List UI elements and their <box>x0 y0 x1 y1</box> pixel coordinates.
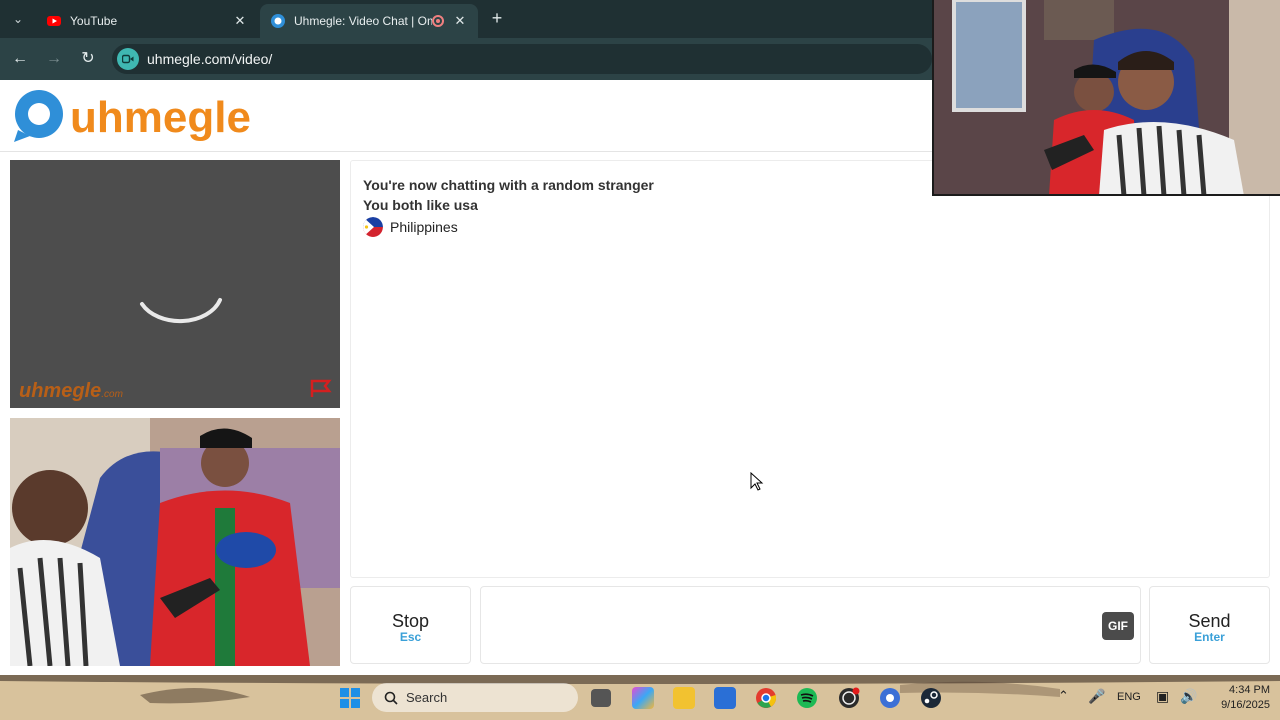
back-arrow-icon[interactable]: ← <box>8 47 32 71</box>
volume-icon[interactable]: 🔊 <box>1180 688 1197 705</box>
tab-uhmegle[interactable]: Uhmegle: Video Chat | Omegle ✕ <box>260 4 478 38</box>
clock-time[interactable]: 4:34 PM <box>1214 684 1270 696</box>
stranger-country: Philippines <box>363 217 1257 237</box>
tab-title: YouTube <box>70 14 118 28</box>
stop-label: Stop <box>391 611 430 631</box>
obs-icon[interactable] <box>838 687 860 709</box>
copilot-icon[interactable] <box>632 687 654 709</box>
search-label: Search <box>406 690 448 705</box>
chat-log: You're now chatting with a random strang… <box>350 160 1270 578</box>
browser-icon[interactable] <box>879 687 901 709</box>
network-icon[interactable]: ▣ <box>1156 688 1169 705</box>
address-bar[interactable]: uhmegle.com/video/ <box>112 44 932 74</box>
youtube-icon <box>47 16 61 26</box>
file-explorer-icon[interactable] <box>673 687 695 709</box>
uhmegle-favicon-icon <box>271 14 285 28</box>
close-tab-icon[interactable]: ✕ <box>232 13 248 29</box>
tab-list-chevron-icon[interactable]: ⌄ <box>6 8 30 30</box>
task-view-icon[interactable] <box>591 689 611 707</box>
loading-spinner-icon <box>140 298 222 324</box>
windows-taskbar: Search ⌃ 🎤 ENG ▣ 🔊 4:34 PM 9/16/2025 <box>0 675 1280 720</box>
show-hidden-icons-chevron-icon[interactable]: ⌃ <box>1058 688 1069 704</box>
streamer-webcam-image <box>934 0 1280 194</box>
close-tab-icon[interactable]: ✕ <box>452 13 468 29</box>
search-icon <box>384 691 398 705</box>
microsoft-store-icon[interactable] <box>714 687 736 709</box>
clock-date[interactable]: 9/16/2025 <box>1206 699 1270 711</box>
windows-start-icon[interactable] <box>339 687 361 709</box>
philippines-flag-icon <box>363 217 383 237</box>
send-button[interactable]: Send Enter <box>1149 586 1270 664</box>
send-shortcut-hint: Enter <box>1194 630 1225 644</box>
steam-icon[interactable] <box>920 687 942 709</box>
stranger-video: uhmegle.com <box>10 160 340 408</box>
tab-youtube[interactable]: YouTube ✕ <box>36 4 258 38</box>
stop-shortcut-hint: Esc <box>399 630 422 644</box>
gif-button[interactable]: GIF <box>1102 612 1134 640</box>
uhmegle-watermark: uhmegle.com <box>19 380 123 402</box>
mouse-cursor-icon <box>750 472 764 491</box>
streamer-webcam-overlay <box>932 0 1280 196</box>
forward-arrow-icon[interactable]: → <box>42 47 66 71</box>
message-input[interactable]: GIF <box>480 586 1141 664</box>
chrome-icon[interactable] <box>755 687 777 709</box>
tab-title: Uhmegle: Video Chat | Omegle <box>294 14 432 28</box>
logo-text: uhmegle <box>70 93 251 142</box>
stop-button[interactable]: Stop Esc <box>350 586 471 664</box>
country-name: Philippines <box>390 219 458 235</box>
reload-icon[interactable]: ↻ <box>76 47 100 71</box>
report-flag-icon[interactable] <box>309 378 333 398</box>
address-url: uhmegle.com/video/ <box>147 51 273 67</box>
uhmegle-logo[interactable]: uhmegle <box>12 86 272 144</box>
self-video <box>10 418 340 666</box>
taskbar-search[interactable]: Search <box>372 683 578 712</box>
video-camera-icon <box>117 48 139 70</box>
new-tab-button[interactable]: + <box>486 8 508 29</box>
webcam-feed-image <box>10 418 340 666</box>
microphone-icon[interactable]: 🎤 <box>1088 688 1105 705</box>
send-label: Send <box>1188 611 1231 631</box>
recording-icon <box>432 15 444 27</box>
common-interest-message: You both like usa <box>363 197 478 213</box>
spotify-icon[interactable] <box>796 687 818 709</box>
language-indicator[interactable]: ENG <box>1117 691 1141 703</box>
